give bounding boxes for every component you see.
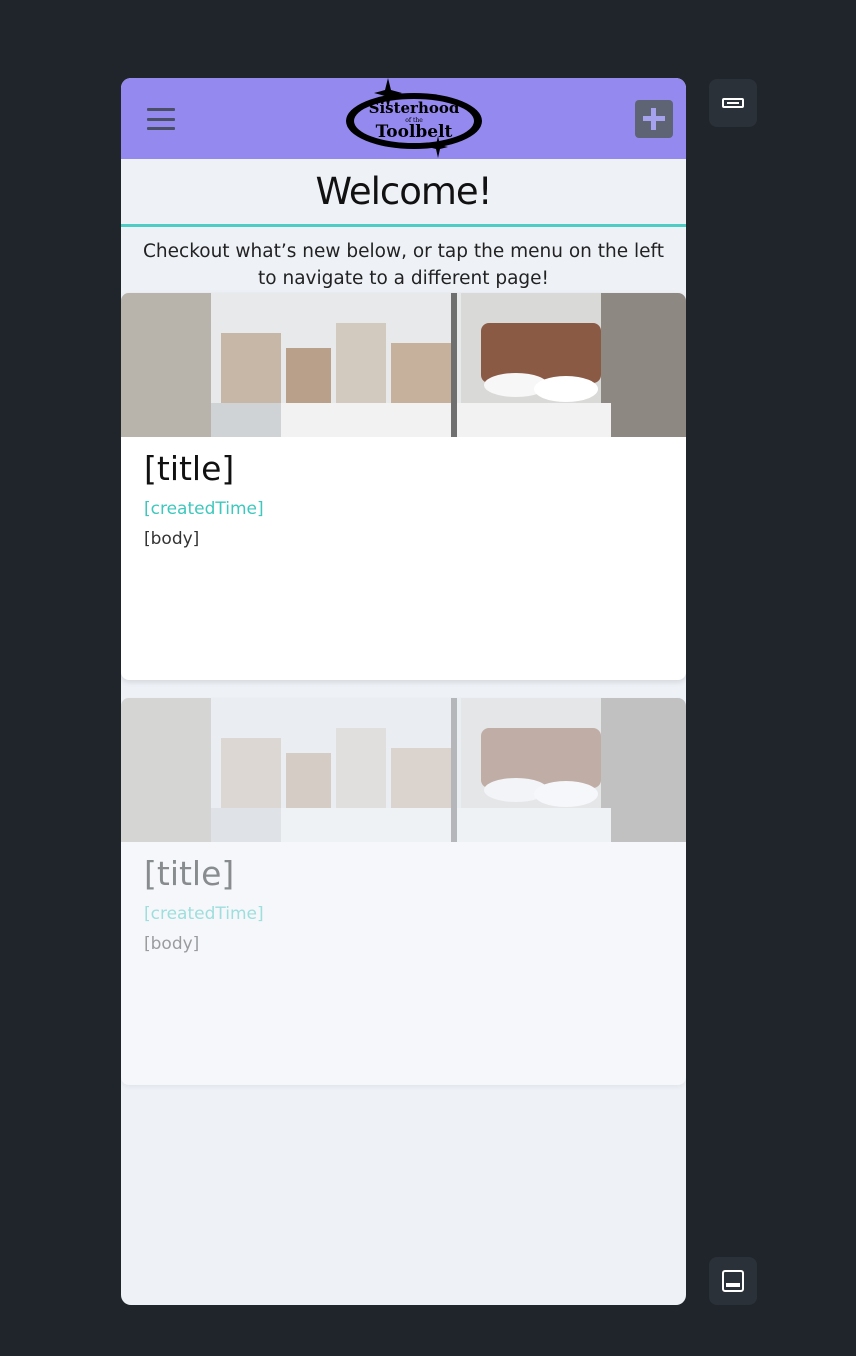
bottom-panel-icon [722,1270,744,1292]
page-title: Welcome! [315,170,492,213]
title-divider [121,224,686,227]
bottom-panel-button[interactable] [709,1257,757,1305]
card-body: [body] [144,934,200,954]
card-title: [title] [144,449,235,488]
svg-text:Toolbelt: Toolbelt [376,122,453,142]
news-card[interactable]: [title] [createdTime] [body] [121,293,686,680]
app-header: Sisterhood of the Toolbelt [121,78,686,159]
card-created-time: [createdTime] [144,499,264,519]
app-frame: Sisterhood of the Toolbelt Welcome! Chec… [121,78,686,1305]
card-image [121,698,686,842]
card-title: [title] [144,854,235,893]
hamburger-icon[interactable] [147,108,175,130]
card-body: [body] [144,529,200,549]
news-card[interactable]: [title] [createdTime] [body] [121,698,686,1085]
add-button[interactable] [635,100,673,138]
card-created-time: [createdTime] [144,904,264,924]
svg-text:Sisterhood: Sisterhood [369,99,460,117]
horizontal-bar-icon [722,98,744,108]
horizontal-bar-button[interactable] [709,79,757,127]
intro-text: Checkout what’s new below, or tap the me… [143,241,664,289]
sisterhood-logo: Sisterhood of the Toolbelt [344,78,486,159]
card-image [121,293,686,437]
